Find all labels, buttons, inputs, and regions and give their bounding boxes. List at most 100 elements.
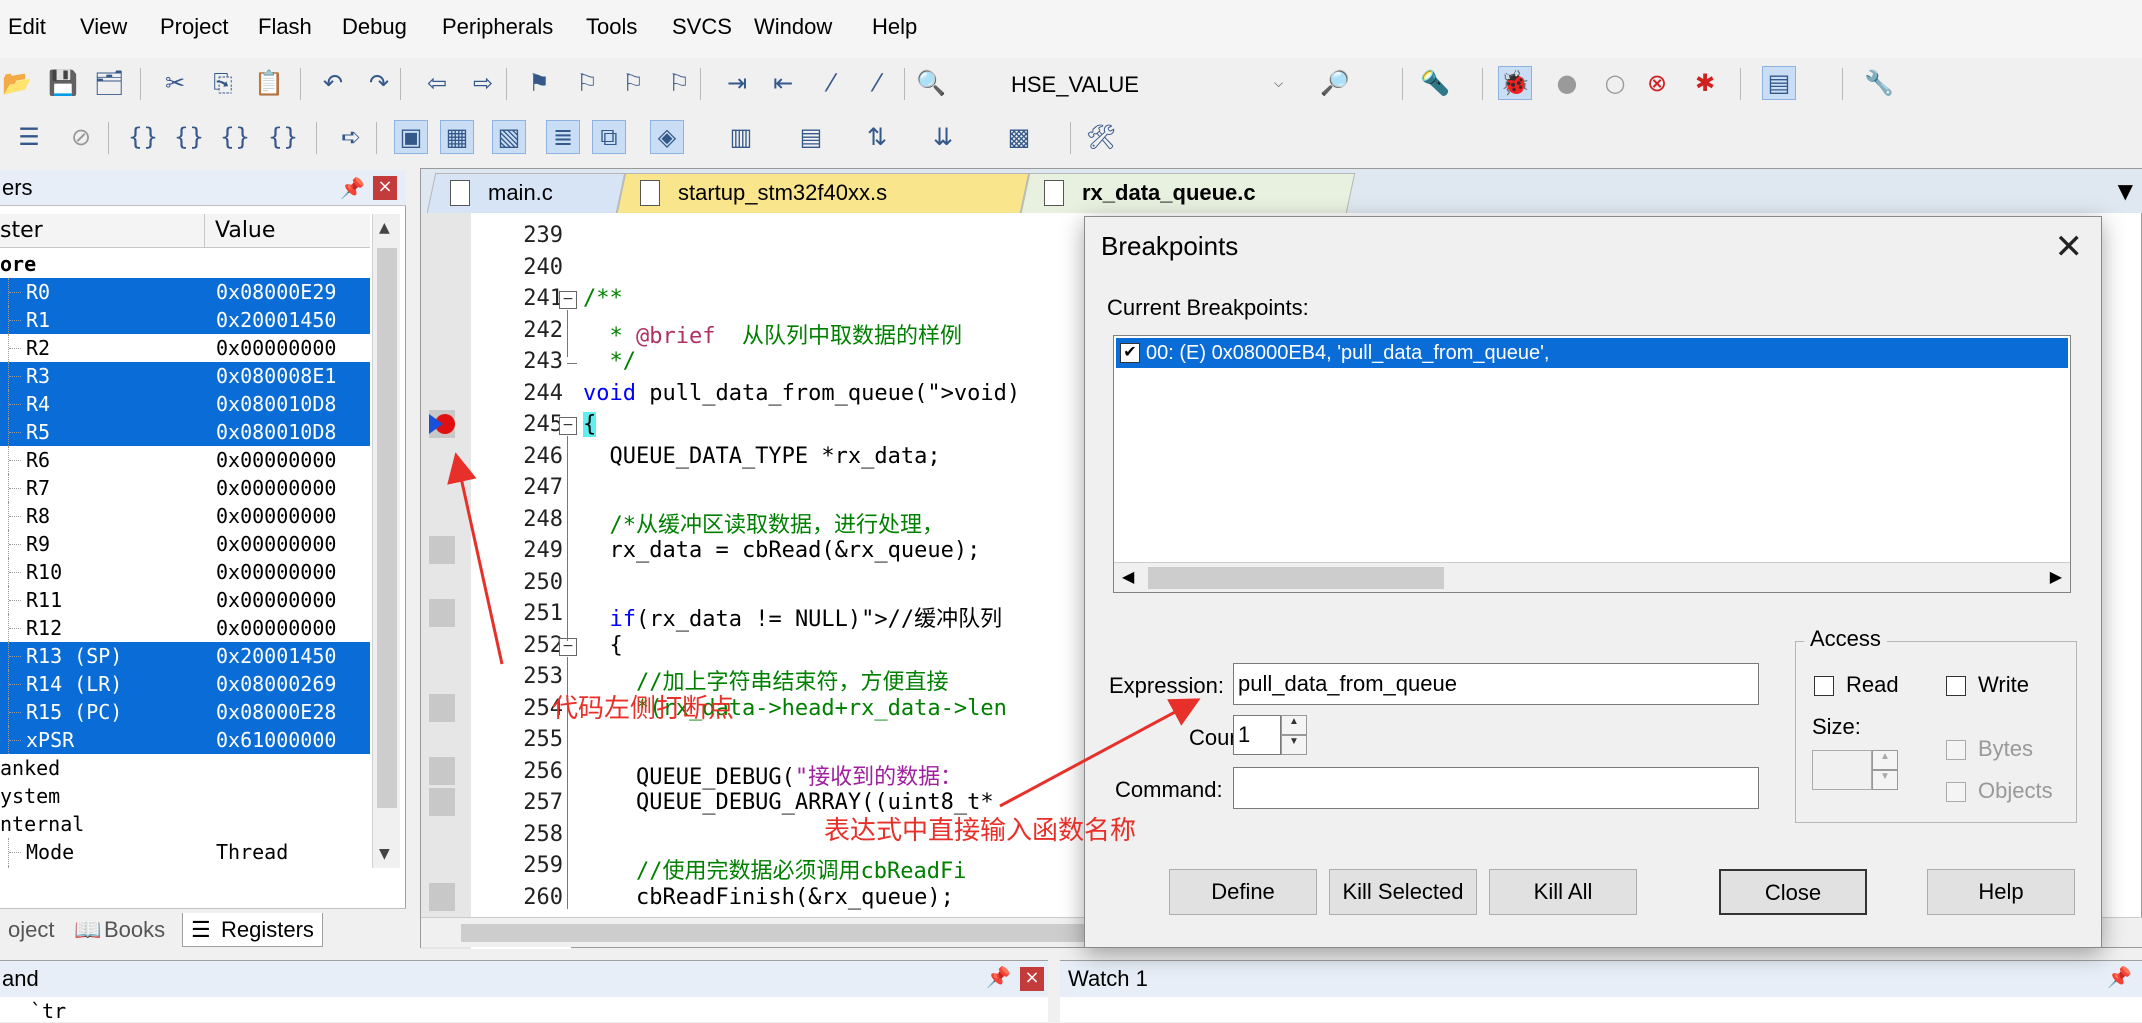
expression-input[interactable] <box>1233 663 1759 705</box>
help-button[interactable]: Help <box>1927 869 2075 915</box>
tab-rx-data-queue-c[interactable]: rx_data_queue.c <box>1020 173 1356 213</box>
register-value[interactable]: 0x61000000 <box>216 726 336 754</box>
menu-window[interactable]: Window <box>754 14 832 40</box>
register-row[interactable]: R0 0x08000E29 <box>0 278 370 306</box>
kill-selected-button[interactable]: Kill Selected <box>1329 869 1477 915</box>
register-row[interactable]: ystem <box>0 782 370 810</box>
register-value[interactable]: 0x00000000 <box>216 446 336 474</box>
tab-main-c[interactable]: main.c <box>426 173 626 213</box>
undo-icon[interactable]: ↶ <box>316 66 350 100</box>
register-row[interactable]: R1 0x20001450 <box>0 306 370 334</box>
unindent-icon[interactable]: ⇤ <box>766 66 800 100</box>
step-into-icon[interactable]: {} <box>126 120 160 154</box>
register-value[interactable]: 0x00000000 <box>216 614 336 642</box>
find-combobox[interactable]: HSE_VALUE <box>1004 66 1294 102</box>
menu-peripherals[interactable]: Peripherals <box>442 14 553 40</box>
command-window-icon[interactable]: ▣ <box>394 120 428 154</box>
bookmark-next-icon[interactable]: ⚐ <box>616 66 650 100</box>
toolbox-icon[interactable]: 🛠 <box>1084 120 1118 154</box>
register-row[interactable]: R12 0x00000000 <box>0 614 370 642</box>
column-value[interactable]: Value <box>204 214 370 248</box>
tab-list-chevron-icon[interactable]: ▼ <box>2118 179 2133 203</box>
breakpoint-gutter[interactable] <box>421 213 471 949</box>
breakpoint-kill-all-icon[interactable]: ✱ <box>1688 66 1722 100</box>
redo-icon[interactable]: ↷ <box>362 66 396 100</box>
register-row[interactable]: xPSR 0x61000000 <box>0 726 370 754</box>
executable-line-marker[interactable] <box>429 788 455 816</box>
tab-project[interactable]: oject <box>0 913 62 947</box>
registers-icon[interactable]: ≣ <box>546 120 580 154</box>
breakpoint-gutter-cell[interactable] <box>429 410 455 438</box>
forward-icon[interactable]: ⇨ <box>466 66 500 100</box>
find-in-files-icon[interactable]: 🔍 <box>914 66 948 100</box>
register-row[interactable]: R10 0x00000000 <box>0 558 370 586</box>
close-button[interactable]: Close <box>1719 869 1867 915</box>
breakpoint-icon[interactable]: ● <box>1550 66 1584 100</box>
register-value[interactable]: 0x20001450 <box>216 306 336 334</box>
register-row[interactable]: anked <box>0 754 370 782</box>
menu-flash[interactable]: Flash <box>258 14 312 40</box>
copy-icon[interactable]: ⎘ <box>206 66 240 100</box>
count-up-icon[interactable]: ▲ <box>1281 715 1307 735</box>
incremental-find-icon[interactable]: 🔦 <box>1418 66 1452 100</box>
stop-icon[interactable]: ⊘ <box>64 120 98 154</box>
disassembly-icon[interactable]: ▦ <box>440 120 474 154</box>
count-down-icon[interactable]: ▼ <box>1281 735 1307 755</box>
code-line[interactable]: QUEUE_DATA_TYPE *rx_data; <box>583 444 940 469</box>
size-input[interactable] <box>1812 750 1872 790</box>
pin-icon[interactable]: 📌 <box>986 965 1011 989</box>
code-line[interactable]: cbReadFinish(&rx_queue); <box>583 885 954 910</box>
bookmark-icon[interactable]: ⚑ <box>522 66 556 100</box>
register-row[interactable]: Mode Thread <box>0 838 370 866</box>
code-line[interactable]: rx_data = cbRead(&rx_queue); <box>583 538 980 563</box>
register-row[interactable]: R6 0x00000000 <box>0 446 370 474</box>
scroll-up-icon[interactable]: ▲ <box>379 220 390 236</box>
menu-edit[interactable]: Edit <box>8 14 46 40</box>
fold-toggle-icon[interactable]: − <box>559 637 577 656</box>
fold-toggle-icon[interactable]: − <box>559 417 577 435</box>
objects-radio[interactable] <box>1946 782 1966 802</box>
registers-list[interactable]: ore R0 0x08000E29 R1 0x20001450 R2 0x00000000 R… <box>0 250 370 868</box>
bookmark-prev-icon[interactable]: ⚐ <box>570 66 604 100</box>
code-line[interactable]: if(rx_data != NULL)">//缓冲队列 <box>583 601 1003 633</box>
register-row[interactable]: R11 0x00000000 <box>0 586 370 614</box>
register-row[interactable]: R4 0x080010D8 <box>0 390 370 418</box>
memory-icon[interactable]: ▥ <box>724 120 758 154</box>
register-value[interactable]: 0x00000000 <box>216 586 336 614</box>
watch-icon[interactable]: ◈ <box>650 120 684 154</box>
indent-icon[interactable]: ⇥ <box>720 66 754 100</box>
tab-startup-s[interactable]: startup_stm32f40xx.s <box>616 173 1030 213</box>
kill-all-button[interactable]: Kill All <box>1489 869 1637 915</box>
register-row[interactable]: R2 0x00000000 <box>0 334 370 362</box>
bytes-radio[interactable] <box>1946 740 1966 760</box>
write-checkbox[interactable] <box>1946 676 1966 696</box>
code-line[interactable]: * @brief 从队列中取数据的样例 <box>583 318 961 350</box>
code-line[interactable]: { <box>583 633 622 658</box>
count-input[interactable] <box>1233 715 1281 755</box>
pin-icon[interactable]: 📌 <box>340 176 365 200</box>
code-line[interactable]: //使用完数据必须调用cbReadFi <box>583 853 966 885</box>
save-all-icon[interactable]: 🗂 <box>92 66 126 100</box>
chevron-down-icon[interactable]: ⌵ <box>1274 76 1283 91</box>
column-register[interactable]: ster <box>0 214 43 248</box>
executable-line-marker[interactable] <box>429 693 455 722</box>
tab-books[interactable]: 📖 Books <box>68 913 173 947</box>
menu-help[interactable]: Help <box>872 14 917 40</box>
register-row[interactable]: ore <box>0 250 370 278</box>
register-value[interactable]: 0x00000000 <box>216 474 336 502</box>
register-value[interactable]: 0x08000269 <box>216 670 336 698</box>
register-row[interactable]: R3 0x080008E1 <box>0 362 370 390</box>
size-up-icon[interactable]: ▲ <box>1872 750 1898 770</box>
executable-line-marker[interactable] <box>429 882 455 911</box>
breakpoint-kill-icon[interactable]: ⊗ <box>1640 66 1674 100</box>
define-button[interactable]: Define <box>1169 869 1317 915</box>
breakpoint-disable-icon[interactable]: ○ <box>1598 66 1632 100</box>
debug-icon[interactable]: 🐞 <box>1498 66 1532 100</box>
system-viewer-icon[interactable]: ▩ <box>1002 120 1036 154</box>
find-icon[interactable]: 🔎 <box>1318 66 1352 100</box>
open-folder-icon[interactable]: 📂 <box>0 66 34 100</box>
breakpoint-item[interactable]: ✔ 00: (E) 0x08000EB4, 'pull_data_from_qu… <box>1116 338 2068 368</box>
size-down-icon[interactable]: ▼ <box>1872 770 1898 790</box>
register-row[interactable]: R8 0x00000000 <box>0 502 370 530</box>
tab-registers[interactable]: ☰ Registers <box>182 913 323 947</box>
